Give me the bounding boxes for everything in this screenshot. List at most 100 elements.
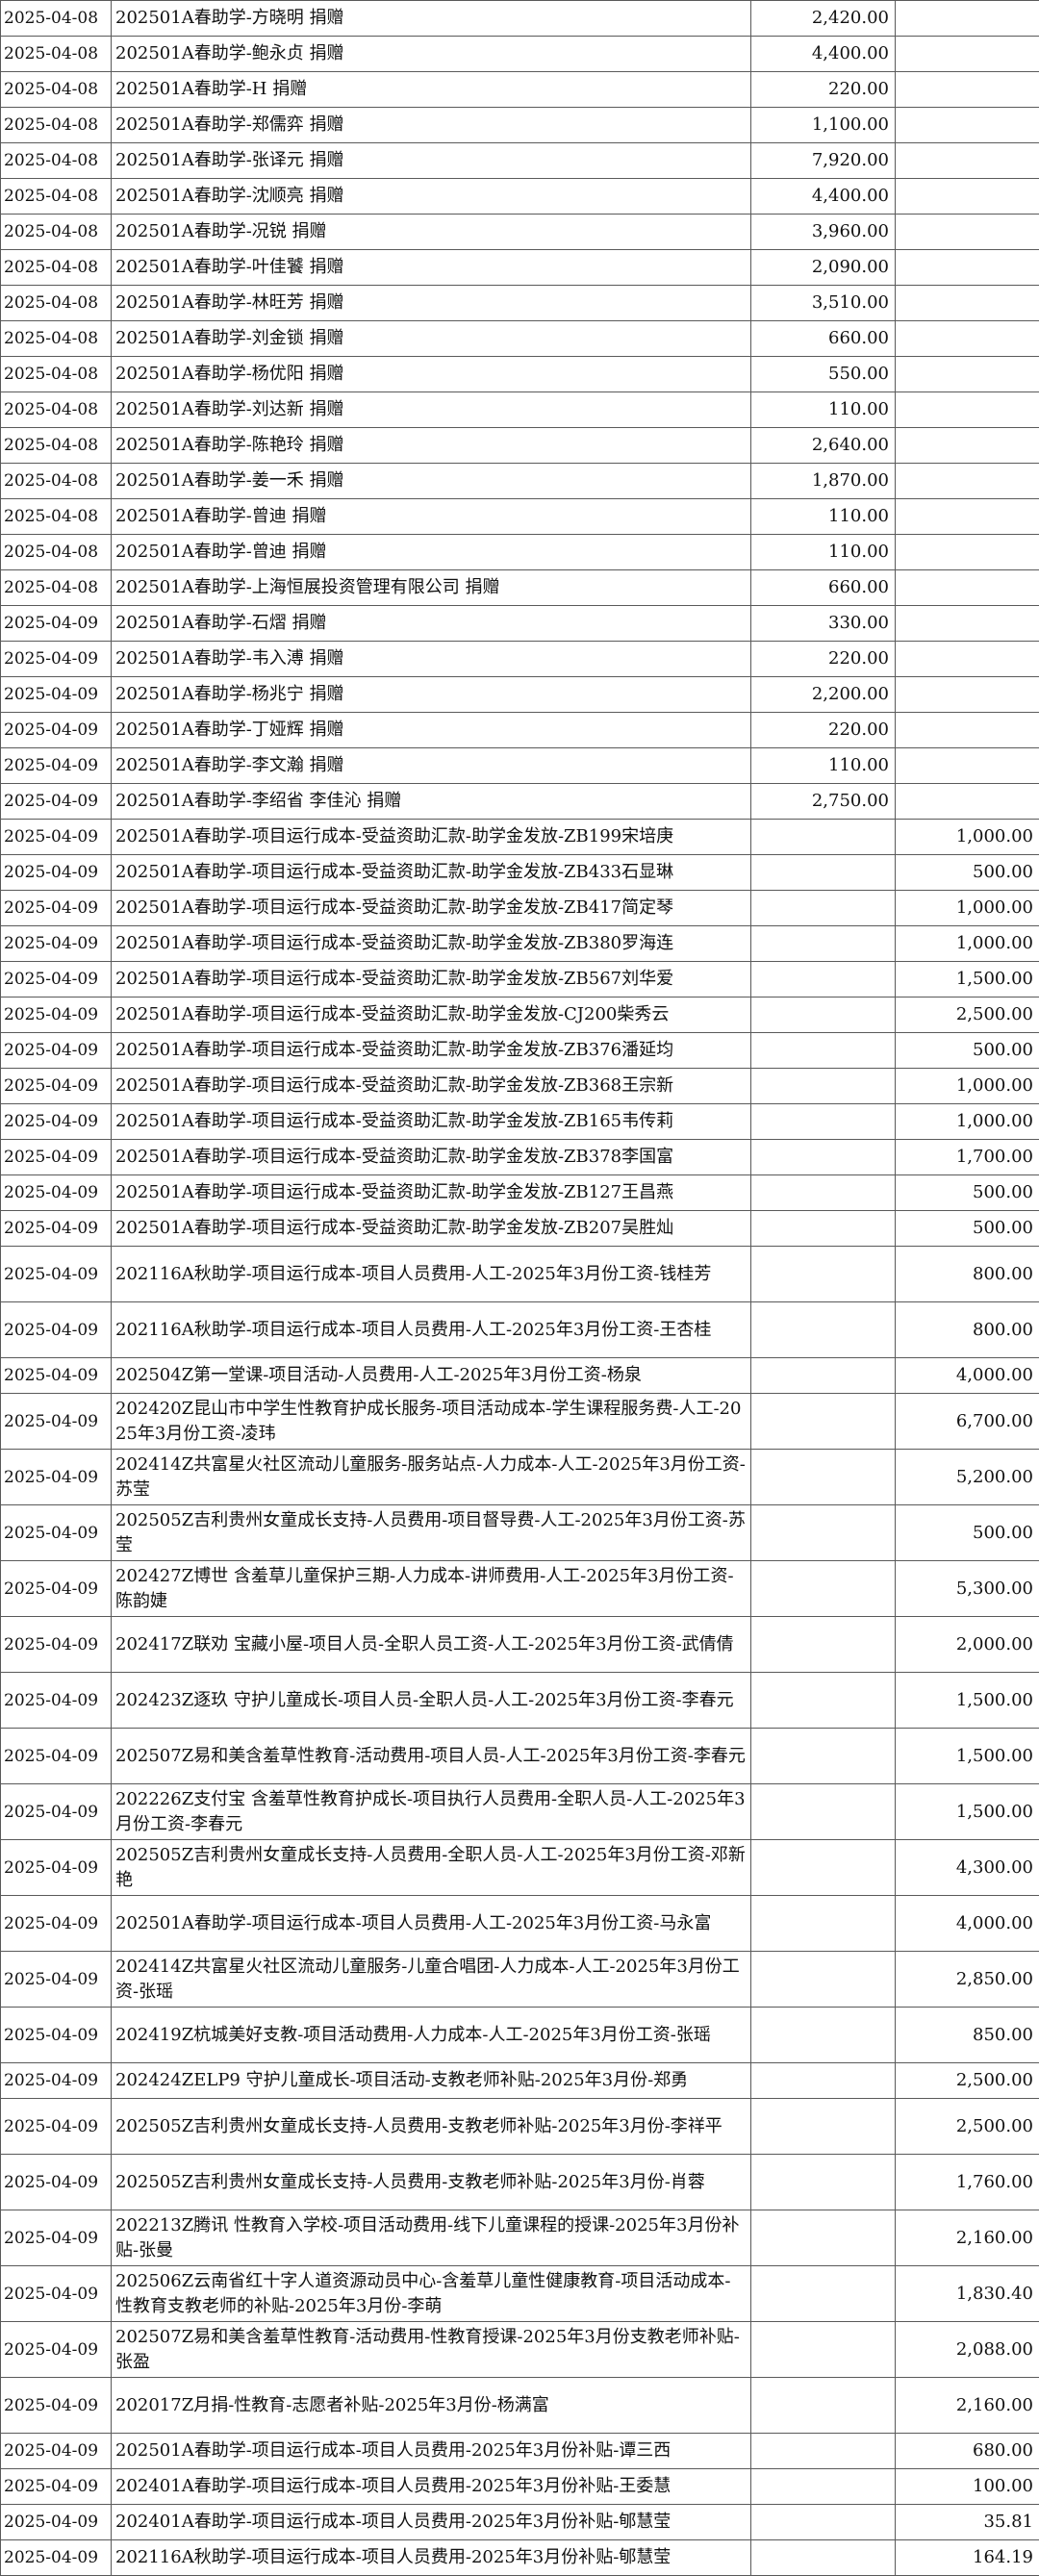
income-cell — [751, 1673, 896, 1729]
expense-cell: 1,000.00 — [896, 820, 1039, 855]
date-cell: 2025-04-09 — [1, 1033, 112, 1069]
date-cell: 2025-04-09 — [1, 1450, 112, 1505]
expense-cell: 2,160.00 — [896, 2378, 1039, 2434]
date-cell: 2025-04-08 — [1, 499, 112, 535]
expense-cell: 164.19 — [896, 2540, 1039, 2576]
table-row: 2025-04-08202501A春助学-鲍永贞 捐赠4,400.00 — [1, 37, 1039, 72]
description-cell: 202501A春助学-石熠 捐赠 — [112, 606, 751, 642]
date-cell: 2025-04-09 — [1, 1175, 112, 1211]
description-cell: 202423Z逐玖 守护儿童成长-项目人员-全职人员-人工-2025年3月份工资… — [112, 1673, 751, 1729]
table-row: 2025-04-09202501A春助学-杨兆宁 捐赠2,200.00 — [1, 677, 1039, 713]
income-cell: 110.00 — [751, 499, 896, 535]
date-cell: 2025-04-08 — [1, 570, 112, 606]
expense-cell: 2,000.00 — [896, 1617, 1039, 1673]
description-cell: 202501A春助学-方晓明 捐赠 — [112, 1, 751, 37]
expense-cell — [896, 37, 1039, 72]
date-cell: 2025-04-08 — [1, 392, 112, 428]
description-cell: 202501A春助学-李文瀚 捐赠 — [112, 748, 751, 784]
description-cell: 202501A春助学-项目运行成本-受益资助汇款-助学金发放-CJ200柴秀云 — [112, 998, 751, 1033]
date-cell: 2025-04-09 — [1, 2063, 112, 2099]
expense-cell: 500.00 — [896, 1033, 1039, 1069]
description-cell: 202213Z腾讯 性教育入学校-项目活动费用-线下儿童课程的授课-2025年3… — [112, 2210, 751, 2266]
table-row: 2025-04-09202501A春助学-项目运行成本-受益资助汇款-助学金发放… — [1, 998, 1039, 1033]
table-row: 2025-04-08202501A春助学-郑儒弈 捐赠1,100.00 — [1, 108, 1039, 143]
income-cell: 550.00 — [751, 357, 896, 392]
description-cell: 202505Z吉利贵州女童成长支持-人员费用-项目督导费-人工-2025年3月份… — [112, 1505, 751, 1561]
expense-cell — [896, 677, 1039, 713]
income-cell: 4,400.00 — [751, 37, 896, 72]
income-cell — [751, 2210, 896, 2266]
description-cell: 202505Z吉利贵州女童成长支持-人员费用-支教老师补贴-2025年3月份-李… — [112, 2099, 751, 2155]
table-row: 2025-04-09202505Z吉利贵州女童成长支持-人员费用-支教老师补贴-… — [1, 2155, 1039, 2210]
date-cell: 2025-04-09 — [1, 1896, 112, 1952]
expense-cell: 2,500.00 — [896, 2099, 1039, 2155]
expense-cell — [896, 535, 1039, 570]
date-cell: 2025-04-09 — [1, 1673, 112, 1729]
date-cell: 2025-04-09 — [1, 1104, 112, 1140]
ledger-body: 2025-04-08202501A春助学-方晓明 捐赠2,420.002025-… — [1, 1, 1039, 2576]
description-cell: 202501A春助学-项目运行成本-受益资助汇款-助学金发放-ZB567刘华爱 — [112, 962, 751, 998]
date-cell: 2025-04-09 — [1, 820, 112, 855]
table-row: 2025-04-09202226Z支付宝 含羞草性教育护成长-项目执行人员费用-… — [1, 1784, 1039, 1840]
income-cell — [751, 2434, 896, 2469]
income-cell: 7,920.00 — [751, 143, 896, 179]
date-cell: 2025-04-09 — [1, 2540, 112, 2576]
expense-cell — [896, 1, 1039, 37]
income-cell — [751, 1247, 896, 1302]
table-row: 2025-04-09202507Z易和美含羞草性教育-活动费用-性教育授课-20… — [1, 2322, 1039, 2378]
expense-cell: 2,160.00 — [896, 2210, 1039, 2266]
table-row: 2025-04-09202501A春助学-项目运行成本-受益资助汇款-助学金发放… — [1, 1211, 1039, 1247]
expense-cell: 6,700.00 — [896, 1394, 1039, 1450]
expense-cell: 1,760.00 — [896, 2155, 1039, 2210]
expense-cell: 1,000.00 — [896, 891, 1039, 926]
expense-cell — [896, 570, 1039, 606]
date-cell: 2025-04-09 — [1, 1247, 112, 1302]
income-cell: 3,960.00 — [751, 215, 896, 250]
expense-cell — [896, 784, 1039, 820]
income-cell — [751, 1952, 896, 2008]
income-cell: 3,510.00 — [751, 286, 896, 321]
table-row: 2025-04-09202501A春助学-丁娅辉 捐赠220.00 — [1, 713, 1039, 748]
description-cell: 202414Z共富星火社区流动儿童服务-服务站点-人力成本-人工-2025年3月… — [112, 1450, 751, 1505]
date-cell: 2025-04-09 — [1, 1069, 112, 1104]
expense-cell — [896, 392, 1039, 428]
expense-cell — [896, 713, 1039, 748]
date-cell: 2025-04-08 — [1, 321, 112, 357]
description-cell: 202501A春助学-上海恒展投资管理有限公司 捐赠 — [112, 570, 751, 606]
description-cell: 202501A春助学-项目运行成本-受益资助汇款-助学金发放-ZB127王昌燕 — [112, 1175, 751, 1211]
expense-cell — [896, 321, 1039, 357]
date-cell: 2025-04-09 — [1, 2322, 112, 2378]
income-cell: 330.00 — [751, 606, 896, 642]
expense-cell: 1,830.40 — [896, 2266, 1039, 2322]
expense-cell — [896, 499, 1039, 535]
date-cell: 2025-04-09 — [1, 1729, 112, 1784]
description-cell: 202501A春助学-项目运行成本-受益资助汇款-助学金发放-ZB380罗海连 — [112, 926, 751, 962]
income-cell — [751, 2505, 896, 2540]
description-cell: 202501A春助学-项目运行成本-受益资助汇款-助学金发放-ZB433石显琳 — [112, 855, 751, 891]
date-cell: 2025-04-09 — [1, 1505, 112, 1561]
expense-cell: 2,500.00 — [896, 2063, 1039, 2099]
description-cell: 202501A春助学-杨兆宁 捐赠 — [112, 677, 751, 713]
income-cell — [751, 1104, 896, 1140]
income-cell — [751, 1211, 896, 1247]
expense-cell: 5,300.00 — [896, 1561, 1039, 1617]
date-cell: 2025-04-08 — [1, 1, 112, 37]
description-cell: 202501A春助学-项目运行成本-受益资助汇款-助学金发放-ZB378李国富 — [112, 1140, 751, 1175]
income-cell: 220.00 — [751, 72, 896, 108]
expense-cell: 850.00 — [896, 2008, 1039, 2063]
description-cell: 202501A春助学-林旺芳 捐赠 — [112, 286, 751, 321]
description-cell: 202501A春助学-李绍省 李佳沁 捐赠 — [112, 784, 751, 820]
description-cell: 202507Z易和美含羞草性教育-活动费用-项目人员-人工-2025年3月份工资… — [112, 1729, 751, 1784]
description-cell: 202501A春助学-项目运行成本-受益资助汇款-助学金发放-ZB368王宗新 — [112, 1069, 751, 1104]
income-cell: 660.00 — [751, 570, 896, 606]
table-row: 2025-04-08202501A春助学-H 捐赠220.00 — [1, 72, 1039, 108]
expense-cell: 1,700.00 — [896, 1140, 1039, 1175]
table-row: 2025-04-08202501A春助学-杨优阳 捐赠550.00 — [1, 357, 1039, 392]
description-cell: 202116A秋助学-项目运行成本-项目人员费用-人工-2025年3月份工资-王… — [112, 1302, 751, 1358]
description-cell: 202501A春助学-丁娅辉 捐赠 — [112, 713, 751, 748]
table-row: 2025-04-09202424ZELP9 守护儿童成长-项目活动-支教老师补贴… — [1, 2063, 1039, 2099]
date-cell: 2025-04-09 — [1, 962, 112, 998]
income-cell — [751, 2378, 896, 2434]
expense-cell: 500.00 — [896, 1211, 1039, 1247]
income-cell — [751, 2540, 896, 2576]
